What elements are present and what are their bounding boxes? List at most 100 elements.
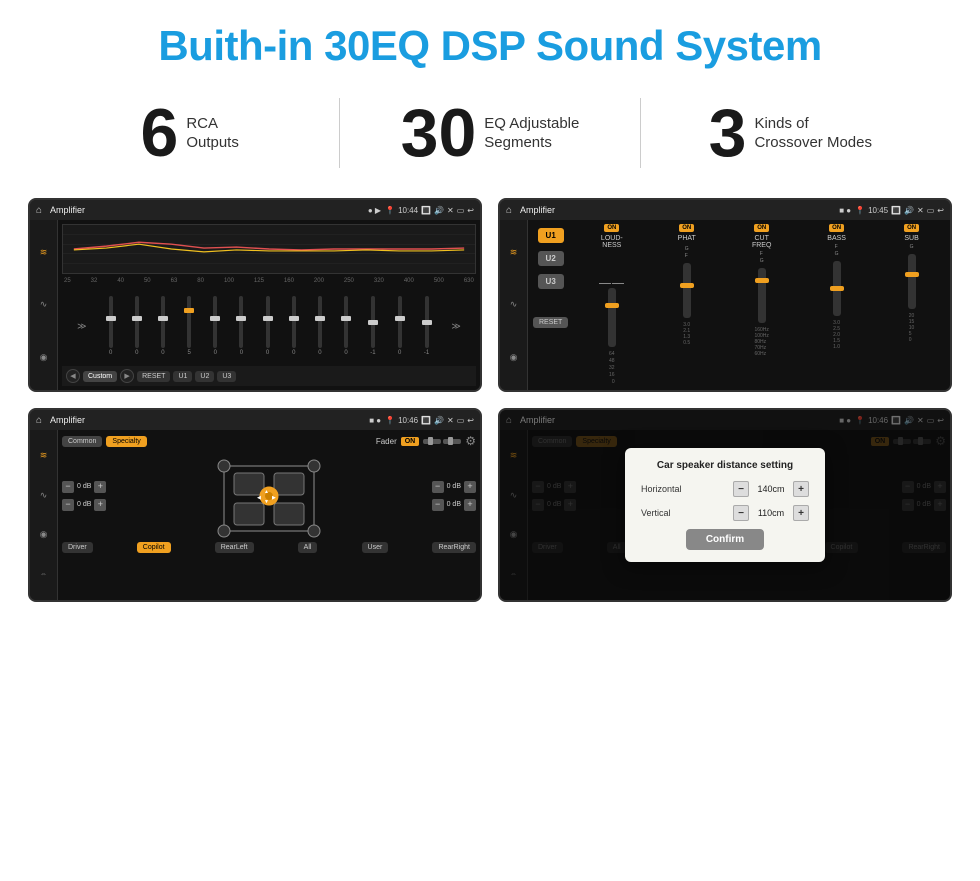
rect-icon-1: ▭ [457,206,465,215]
eq-slider-2[interactable]: 0 [135,296,139,356]
cutfreq-slider[interactable] [758,268,766,323]
u2-btn[interactable]: U2 [538,251,564,266]
horizontal-minus-btn[interactable]: − [733,481,749,497]
db-plus-3[interactable]: + [464,481,476,493]
svg-text:▲: ▲ [264,489,269,495]
rearright-btn[interactable]: RearRight [432,542,476,553]
ch-phat: ON PHAT GF 3.02.11.30.5 [650,224,723,386]
u1-btn[interactable]: U1 [538,228,564,243]
eq-slider-4[interactable]: 5 [187,296,191,356]
eq-sidebar-icon-3[interactable]: ≋ [35,447,53,465]
settings-icon-3[interactable]: ⚙ [465,434,476,448]
speaker-sidebar-icon[interactable]: ◉ [35,349,53,367]
eq-slider-11[interactable]: -1 [370,296,375,356]
eq-slider-10[interactable]: 0 [344,296,348,356]
pin-icon-3: 📍 [385,416,395,425]
music-icon-1: ● ▶ [368,206,381,215]
user-btn[interactable]: RearLeft [215,542,254,553]
fader-main: Common Specialty Fader ON ⚙ [58,430,480,600]
db-minus-3[interactable]: − [432,481,444,493]
db-minus-2[interactable]: − [62,499,74,511]
confirm-button[interactable]: Confirm [686,529,764,550]
u3-btn[interactable]: U3 [538,274,564,289]
vertical-plus-btn[interactable]: + [793,505,809,521]
bass-slider[interactable] [833,261,841,316]
loudness-slider[interactable] [608,288,616,347]
stat-number-30: 30 [401,99,477,167]
loudness-scale: 644832160 [609,351,615,386]
driver-btn[interactable]: Driver [62,542,93,553]
bottom-btns-row: Driver Copilot RearLeft All User RearRig… [62,542,476,553]
sub-scale: 20151050 [909,313,915,343]
vertical-minus-btn[interactable]: − [733,505,749,521]
db-value-2: 0 dB [77,501,91,508]
wave-sidebar-icon-2[interactable]: ∿ [505,296,523,314]
car-diagram: ▲ ▼ ◀ ▶ [110,453,427,538]
arrows-sidebar-icon-3[interactable]: ⇔ [35,565,53,583]
phat-labels: GF [685,246,689,259]
rearleft-btn[interactable]: All [298,542,318,553]
eq-prev-btn[interactable]: ◀ [66,369,80,383]
home-icon-3: ⌂ [36,415,42,426]
screen-dialog: ⌂ Amplifier ■ ● 📍 10:46 🔳 🔊 ✕ ▭ ↩ ≋ ∿ ◉ … [498,408,952,602]
phat-slider[interactable] [683,263,691,318]
eq-custom-btn[interactable]: Custom [83,371,117,382]
all-btn[interactable]: Copilot [137,542,171,553]
eq-slider-3[interactable]: 0 [161,296,165,356]
eq-next-btn[interactable]: ▶ [120,369,134,383]
db-plus-2[interactable]: + [94,499,106,511]
dialog-overlay: Car speaker distance setting Horizontal … [500,410,950,600]
eq-u1-btn[interactable]: U1 [173,371,192,382]
common-tab[interactable]: Common [62,436,102,447]
back-icon-1: ↩ [467,206,474,215]
status-bar-2: ⌂ Amplifier ■ ● 📍 10:45 🔳 🔊 ✕ ▭ ↩ [500,200,950,220]
reset-btn-2[interactable]: RESET [533,317,568,328]
eq-slider-9[interactable]: 0 [318,296,322,356]
stat-eq: 30 EQ Adjustable Segments [360,99,619,167]
on-toggle-3[interactable]: ON [401,437,420,446]
crossover-body: U1 U2 U3 RESET ON LOUD-NESS [528,220,950,390]
eq-slider-12[interactable]: 0 [398,296,402,356]
eq-sliders-row: ≫ 0 0 0 5 [62,286,476,366]
eq-bottom-controls: ◀ Custom ▶ RESET U1 U2 U3 [62,366,476,386]
specialty-tab[interactable]: Specialty [106,436,146,447]
dialog-title: Car speaker distance setting [641,460,809,471]
speaker-sidebar-icon-3[interactable]: ◉ [35,526,53,544]
sub-slider[interactable] [908,254,916,309]
speaker-sidebar-icon-2[interactable]: ◉ [505,349,523,367]
eq-u3-btn[interactable]: U3 [217,371,236,382]
screen-body-3: ≋ ∿ ◉ ⇔ Common Specialty Fader ON [30,430,480,600]
fader-layout: − 0 dB + − 0 dB + [62,453,476,538]
eq-u2-btn[interactable]: U2 [195,371,214,382]
eq-slider-13[interactable]: -1 [424,296,429,356]
db-minus-4[interactable]: − [432,499,444,511]
db-minus-1[interactable]: − [62,481,74,493]
eq-sidebar-icon[interactable]: ≋ [35,243,53,261]
page-header: Buith-in 30EQ DSP Sound System [0,0,980,88]
sub-labels: G [910,244,914,250]
db-plus-1[interactable]: + [94,481,106,493]
fader-track-1[interactable] [423,439,441,444]
eq-slider-1[interactable]: 0 [109,296,113,356]
eq-slider-8[interactable]: 0 [292,296,296,356]
fader-thumb-1 [428,437,433,445]
copilot-btn[interactable]: User [362,542,389,553]
back-icon-2: ↩ [937,206,944,215]
wave-sidebar-icon[interactable]: ∿ [35,296,53,314]
eq-reset-btn[interactable]: RESET [137,371,170,382]
eq-sidebar-icon-2[interactable]: ≋ [505,243,523,261]
horizontal-plus-btn[interactable]: + [793,481,809,497]
wave-sidebar-icon-3[interactable]: ∿ [35,486,53,504]
fader-track-2[interactable] [443,439,461,444]
ch-bass: ON BASS FG 3.02.52.01.51.0 [800,224,873,386]
bass-labels: FG [835,244,839,257]
eq-slider-6[interactable]: 0 [239,296,243,356]
eq-slider-7[interactable]: 0 [266,296,270,356]
time-3: 10:46 [398,416,418,425]
cam-icon-3: 🔳 [421,416,431,425]
on-badge-loudness: ON [604,224,619,232]
eq-slider-5[interactable]: 0 [213,296,217,356]
db-value-3: 0 dB [447,483,461,490]
db-plus-4[interactable]: + [464,499,476,511]
db-value-1: 0 dB [77,483,91,490]
